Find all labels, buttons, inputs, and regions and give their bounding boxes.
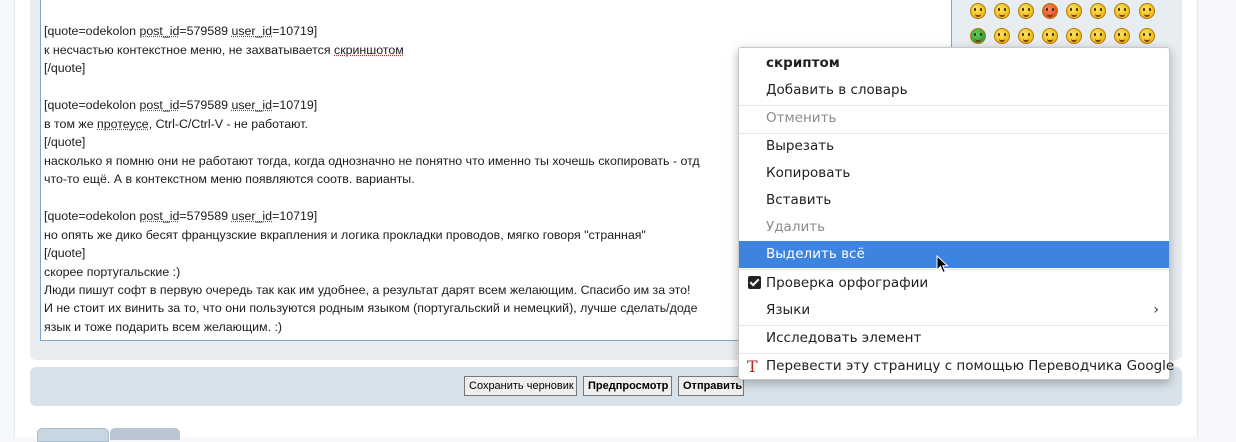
google-translate-icon: T: [747, 357, 758, 376]
editor-line: Люди пишут софт в первую очередь так как…: [44, 283, 691, 297]
smiley-devil-icon[interactable]: [1114, 3, 1130, 19]
spell-check-item[interactable]: Проверка орфографии: [739, 270, 1169, 297]
translate-page-item[interactable]: T Перевести эту страницу с помощью Перев…: [739, 353, 1174, 380]
editor-line: [/quote]: [44, 246, 86, 260]
editor-line: в том же протеусе, Ctrl-C/Ctrl-V - не ра…: [44, 117, 308, 131]
editor-line: [quote=odekolon post_id=579589 user_id=1…: [44, 209, 318, 223]
select-all-item[interactable]: Выделить всё: [739, 241, 1169, 268]
undo-item: Отменить: [766, 110, 837, 126]
editor-line: язык и тоже подарить всем желающим. :): [44, 320, 283, 334]
translate-label: Перевести эту страницу с помощью Перевод…: [766, 358, 1175, 374]
add-to-dictionary-item[interactable]: Добавить в словарь: [739, 77, 1169, 104]
tab-settings[interactable]: [37, 428, 109, 442]
smiley-icon[interactable]: [970, 3, 986, 19]
tab-secondary[interactable]: [110, 428, 180, 440]
editor-line: И не стоит их винить за то, что они поль…: [44, 301, 698, 315]
checkbox-checked-icon: [748, 276, 761, 289]
editor-line: [/quote]: [44, 61, 86, 75]
smiley-icon[interactable]: [1139, 28, 1155, 44]
smiley-headphones-icon[interactable]: [1114, 28, 1130, 44]
editor-line: [quote=odekolon post_id=579589 user_id=1…: [44, 98, 318, 112]
inspect-element-item[interactable]: Исследовать элемент: [739, 325, 1169, 352]
save-draft-button[interactable]: Сохранить черновик: [464, 376, 577, 396]
editor-line: [/quote]: [44, 135, 86, 149]
smiley-icon[interactable]: [1066, 3, 1082, 19]
smiley-icon[interactable]: [1139, 3, 1155, 19]
editor-line: насколько я помню они не работают тогда,…: [44, 154, 700, 168]
smiley-devil-icon[interactable]: [1090, 3, 1106, 19]
cut-item[interactable]: Вырезать: [739, 133, 1169, 160]
editor-line: но опять же дико бесят французские вкрап…: [44, 228, 646, 242]
smiley-icon[interactable]: [1042, 28, 1058, 44]
mouse-cursor-icon: [936, 255, 949, 274]
smiley-icon[interactable]: [1018, 3, 1034, 19]
paste-item[interactable]: Вставить: [739, 187, 1169, 214]
submenu-arrow-icon: ›: [1153, 302, 1159, 318]
languages-label: Языки: [766, 302, 811, 318]
spelling-suggestion-item[interactable]: скриптом: [739, 50, 1169, 77]
copy-item[interactable]: Копировать: [739, 160, 1169, 187]
smiley-icon[interactable]: [1018, 28, 1034, 44]
delete-item: Удалить: [766, 219, 826, 235]
smiley-icon[interactable]: [1090, 28, 1106, 44]
editor-line: что-то ещё. А в контекстном меню появляю…: [44, 172, 415, 186]
smiley-icon[interactable]: [994, 3, 1010, 19]
editor-line: [quote=odekolon post_id=579589 user_id=1…: [44, 24, 318, 38]
preview-button[interactable]: Предпросмотр: [583, 376, 672, 396]
languages-item[interactable]: Языки ›: [739, 297, 1169, 324]
smiley-glasses-icon[interactable]: [994, 28, 1010, 44]
smiley-angry-icon[interactable]: [1042, 3, 1058, 19]
submit-button[interactable]: Отправить: [678, 376, 744, 396]
smiley-icon[interactable]: [1066, 28, 1082, 44]
editor-line: скорее португальские :): [44, 265, 181, 279]
smiley-panel: [951, 0, 1181, 48]
smiley-sick-icon[interactable]: [970, 28, 986, 44]
editor-line: к несчастью контекстное меню, не захваты…: [44, 43, 404, 57]
context-menu: скриптом Добавить в словарь Отменить Выр…: [738, 47, 1174, 380]
spell-check-label: Проверка орфографии: [766, 275, 929, 291]
